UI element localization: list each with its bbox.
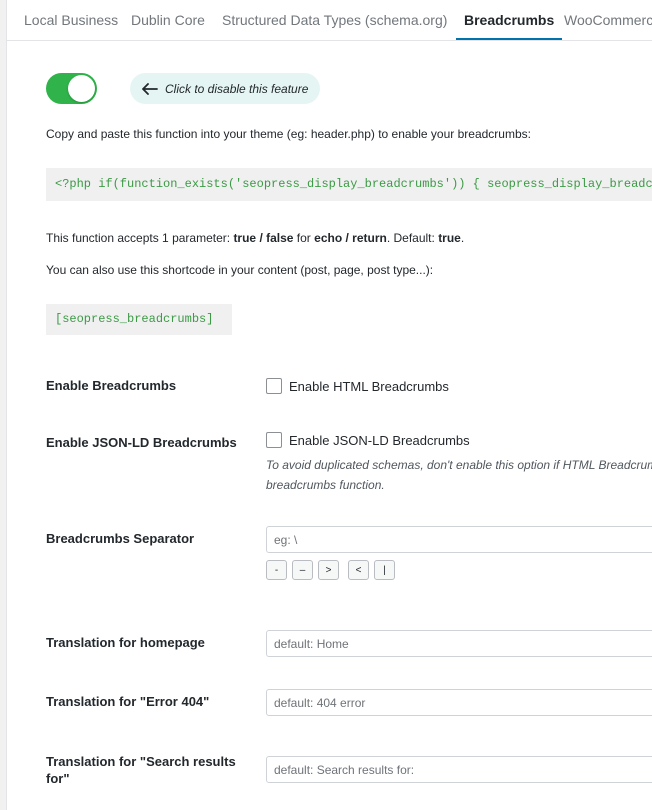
error404-translation-input[interactable]: [266, 689, 652, 716]
tab-local-business[interactable]: Local Business: [24, 0, 118, 40]
separator-label: Breadcrumbs Separator: [46, 531, 195, 546]
enable-breadcrumbs-label: Enable Breadcrumbs: [46, 378, 177, 393]
separator-greater-than-button[interactable]: >: [318, 560, 339, 580]
param-note-text: for: [293, 231, 315, 245]
param-note-default: true: [438, 231, 461, 245]
toggle-knob: [68, 75, 95, 102]
breadcrumbs-function-code: <?php if(function_exists('seopress_displ…: [46, 168, 652, 201]
enable-jsonld-label: Enable JSON-LD Breadcrumbs: [46, 435, 237, 450]
separator-input[interactable]: [266, 526, 652, 553]
search-label-line2: for": [46, 771, 70, 786]
breadcrumbs-shortcode: [seopress_breadcrumbs]: [46, 304, 232, 335]
checkbox-label: Enable JSON-LD Breadcrumbs: [289, 432, 470, 448]
homepage-translation-label: Translation for homepage: [46, 635, 205, 650]
tab-woocommerce[interactable]: WooCommerce: [564, 0, 652, 40]
admin-sidebar-edge: [0, 0, 7, 810]
disable-feature-label: Click to disable this feature: [165, 81, 309, 96]
separator-endash-button[interactable]: –: [292, 560, 313, 580]
param-note-values: true / false: [233, 231, 294, 245]
param-note-text: This function accepts 1 parameter:: [46, 231, 234, 245]
intro-text: Copy and paste this function into your t…: [46, 127, 531, 141]
enable-html-breadcrumbs-checkbox[interactable]: Enable HTML Breadcrumbs: [266, 378, 449, 394]
homepage-translation-input[interactable]: [266, 630, 652, 657]
param-note-text: .: [460, 231, 465, 245]
separator-pipe-button[interactable]: |: [374, 560, 395, 580]
settings-tabs: Local Business Dublin Core Structured Da…: [7, 0, 652, 41]
enable-jsonld-breadcrumbs-checkbox[interactable]: Enable JSON-LD Breadcrumbs: [266, 432, 470, 448]
tab-breadcrumbs[interactable]: Breadcrumbs: [455, 0, 563, 40]
disable-feature-button[interactable]: Click to disable this feature: [130, 73, 321, 104]
checkbox-box[interactable]: [266, 432, 282, 448]
feature-toggle[interactable]: [46, 73, 97, 104]
tab-structured-data-types[interactable]: Structured Data Types (schema.org): [222, 0, 447, 40]
search-results-translation-label: Translation for "Search results for": [46, 753, 236, 787]
tab-dublin-core[interactable]: Dublin Core: [131, 0, 205, 40]
jsonld-description-line1: To avoid duplicated schemas, don't enabl…: [266, 458, 652, 472]
param-note-text: . Default:: [386, 231, 439, 245]
shortcode-note: You can also use this shortcode in your …: [46, 263, 434, 277]
checkbox-label: Enable HTML Breadcrumbs: [289, 378, 449, 394]
jsonld-description-line2: breadcrumbs function.: [266, 478, 385, 492]
arrow-left-icon: [142, 82, 158, 95]
separator-less-than-button[interactable]: <: [348, 560, 369, 580]
search-label-line1: Translation for "Search results: [46, 754, 236, 769]
param-note-modes: echo / return: [314, 231, 387, 245]
search-results-translation-input[interactable]: [266, 756, 652, 783]
checkbox-box[interactable]: [266, 378, 282, 394]
error404-translation-label: Translation for "Error 404": [46, 694, 210, 709]
parameter-note: This function accepts 1 parameter: true …: [46, 231, 464, 245]
separator-hyphen-button[interactable]: -: [266, 560, 287, 580]
